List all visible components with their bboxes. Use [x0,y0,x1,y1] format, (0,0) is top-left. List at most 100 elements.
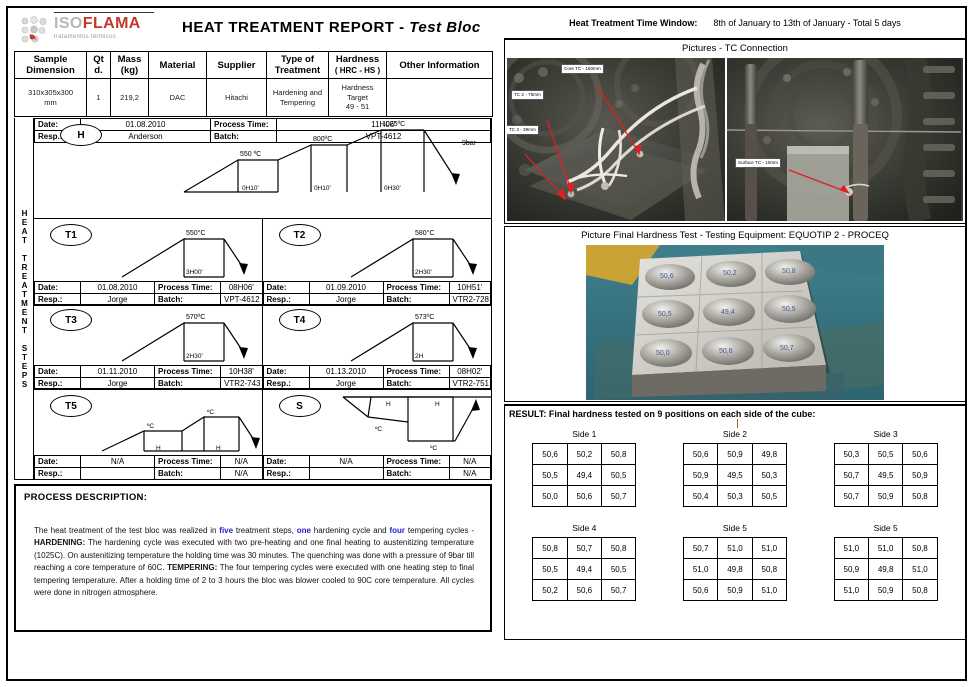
hardness-cell-3-1-2: 50,5 [867,443,904,465]
tc-photo-left: Core TC - 150mm TC 2 - 75mm TC 3 - 39mm [507,58,725,221]
tc-connection-panel: Pictures - TC Connection Core TC - 150mm… [504,40,966,224]
hardness-cell-4-3-3: 50,7 [600,579,637,601]
logo-rule [54,12,154,13]
page-title-sample: Test Bloc [409,19,481,36]
hardness-cell-1-2-2: 49,4 [566,464,602,486]
t1-temp: 550°C [186,229,206,237]
hardness-group-3: Side 3 50,3 50,5 50,6 50,7 49,5 50,9 50,7 50,9 50… [811,429,961,507]
t1-hold: 3H00' [186,269,203,276]
table-row: 50,2 50,6 50,7 [532,579,637,601]
step-T5-S-graphs: T5 ºC ºC H H S H H ºC ºC [34,389,491,455]
table-row: 50,7 49,5 50,9 [833,464,938,486]
hardness-cell-5-3-2: 50,9 [717,579,753,601]
label-date: Date: [34,455,81,468]
step-T4-graph-area: T4 573ºC 2H [263,305,492,365]
tc-label-tc3: TC 3 - 39mm [507,125,539,135]
hardness-cell-1-3-1: 50,0 [532,485,568,507]
col-other-information: Other Information [386,51,493,79]
hardness-cell-4-1-3: 50,8 [600,537,637,559]
hardness-cell-6-2-1: 50,9 [833,558,869,580]
col-hardness: Hardness ( HRC - HS ) [328,51,387,79]
svg-text:50,0: 50,0 [656,350,670,357]
hardness-group-2: Side 2 50,6 50,9 49,8 50,9 49,5 50,3 50,4 50,3 50… [660,429,810,507]
table-row: 50,6 50,2 50,8 [532,443,637,465]
t4-temp: 573ºC [415,314,434,321]
step-T3-row-1: Date: 01.11.2010 Process Time: 10H38' [34,365,263,378]
step-T3-row-2: Resp.: Jorge Batch: VTR2-743 [34,377,263,390]
step-T2-process-time: 10H51' [448,281,491,294]
svg-text:49,4: 49,4 [721,309,735,316]
step-T5-graph-area: T5 ºC ºC H H [34,389,263,455]
step-T5-date: N/A [80,455,155,468]
hardness-cell-2-2-1: 50,9 [682,464,719,486]
step-S-resp [308,467,384,480]
step-block-T1-T2: T1 550°C 3H00' T2 580°C 2H30' Date: 01.0… [34,219,492,306]
test-cube-image: 50,6 50,2 50,8 50,5 49,4 50,5 50,0 50,6 50,7 [586,245,884,400]
step-badge-S: S [278,395,321,417]
hardness-group-4: Side 4 50,8 50,7 50,8 50,5 49,4 50,5 50,2 50,6 50… [509,523,659,601]
t2-hold: 2H30' [415,269,432,276]
table-row: 51,0 50,9 50,8 [833,579,938,601]
label-date: Date: [34,281,81,294]
hardness-cell-4-2-3: 50,5 [600,558,637,580]
step-T5-resp [80,467,155,480]
step-T2-row-1: Date: 01.09.2010 Process Time: 10H51' [262,281,491,294]
step-S-graph-area: S H H ºC ºC [263,389,492,455]
cell-hardness: Hardness Target 49 - 51 [328,78,387,117]
table-row: 50,6 50,9 51,0 [682,579,787,601]
hardness-table-5: 50,7 51,0 51,0 51,0 49,8 50,8 50,6 50,9 51,0 [682,537,787,601]
hardness-table-1: 50,6 50,2 50,8 50,5 49,4 50,5 50,0 50,6 50,7 [532,443,637,507]
hardness-grid-row-bottom: Side 4 50,8 50,7 50,8 50,5 49,4 50,5 50,2 50,6 50… [509,523,961,601]
table-row: 50,8 50,7 50,8 [532,537,637,559]
side-label-5: Side 5 [722,523,748,533]
label-process-time: Process Time: [154,455,221,468]
side-label-3: Side 3 [873,429,898,439]
t2-temp: 580°C [415,229,435,237]
step-T1-date: 01.08.2010 [80,281,155,294]
h-quench-pressure: 9bar [462,140,477,147]
step-block-T5-S: T5 ºC ºC H H S H H ºC ºC Date: N/A Proce… [34,389,491,480]
steps-vertical-label: HEAT TREATMENT STEPS [15,118,34,479]
hardness-cell-6-3-1: 51,0 [833,579,869,601]
label-process-time: Process Time: [382,365,450,378]
hardness-cell-6-1-2: 51,0 [867,537,904,559]
s-hold-2: H [435,401,440,408]
tc-label-surface: Surface TC - 10mm [735,158,781,168]
label-date: Date: [262,365,310,378]
label-process-time: Process Time: [154,281,221,294]
s-temp-2: ºC [430,445,437,452]
tc-connection-photos: Core TC - 150mm TC 2 - 75mm TC 3 - 39mm [505,58,965,223]
step-badge-H: H [60,124,102,146]
table-row: 50,5 49,4 50,5 [532,464,637,486]
step-T2-graph-area: T2 580°C 2H30' [263,219,492,281]
label-batch: Batch: [154,377,221,390]
step-S-meta: Date: N/A Process Time: N/A Resp.: Batch… [262,455,492,480]
document-header: ISOFLAMA tratamentos térmicos HEAT TREAT… [14,10,498,51]
sample-spec-table: Sample Dimension Qt d. Mass (kg) Materia… [14,51,493,117]
step-T4-row-1: Date: 01.13.2010 Process Time: 08H02' [262,365,491,378]
table-row: 50,9 49,8 51,0 [833,558,938,580]
process-text-segment-6: tempering cycles - [405,526,474,535]
hardness-cell-4-2-2: 49,4 [566,558,602,580]
table-row: 51,0 49,8 50,8 [682,558,787,580]
label-resp: Resp.: [262,293,310,306]
table-row: 50,5 49,4 50,5 [532,558,637,580]
svg-text:50,5: 50,5 [782,306,796,313]
steps-vertical-label-text: HEAT TREATMENT STEPS [20,208,29,389]
hardness-cell-3-3-2: 50,9 [867,485,904,507]
process-text-segment-0: The heat treatment of the test bloc was … [34,526,220,535]
col-sample-dimension: Sample Dimension [14,51,87,79]
label-resp: Resp.: [34,293,81,306]
result-section: RESULT: Final hardness tested on 9 posit… [504,404,966,640]
process-text-segment-3: one [296,526,311,535]
table-row: 50,6 50,9 49,8 [682,443,787,465]
table-row: 50,7 50,9 50,8 [833,485,938,507]
steps-content: H 550 ºC 800ºC 1025ºC 0H10' 0H10' 0H30' … [34,118,492,480]
hardness-cell-2-3-2: 50,3 [717,485,753,507]
svg-text:50,6: 50,6 [660,273,674,280]
step-T1-row-2: Resp.: Jorge Batch: VPT-4612 [34,293,263,306]
table-row: 50,4 50,3 50,5 [682,485,787,507]
hardness-cell-2-3-3: 50,5 [751,485,787,507]
hardness-test-caption: Picture Final Hardness Test - Testing Eq… [505,227,965,245]
step-T5-S-meta: Date: N/A Process Time: N/A Resp.: Batch… [34,455,491,480]
